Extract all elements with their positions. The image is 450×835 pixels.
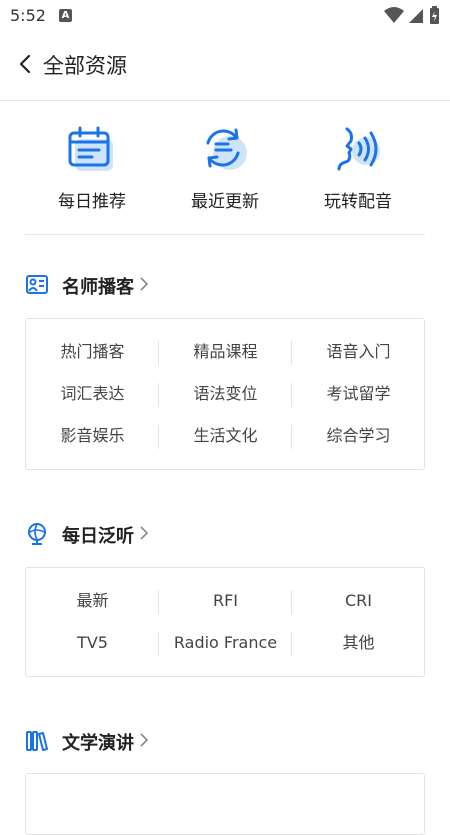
literature-grid — [25, 773, 425, 835]
app-bar: 全部资源 — [0, 40, 450, 90]
chevron-right-icon — [139, 276, 149, 296]
quick-action-daily-recommend[interactable]: 每日推荐 — [25, 125, 159, 212]
notification-a-icon: A — [59, 9, 72, 22]
chevron-left-icon[interactable] — [14, 52, 38, 76]
grid-row: 最新 RFI CRI — [26, 580, 424, 622]
page-title: 全部资源 — [43, 54, 127, 78]
quick-actions-divider — [25, 234, 425, 235]
voice-icon — [337, 127, 380, 171]
cell-signal-icon — [409, 9, 423, 23]
source-radio-france[interactable]: Radio France — [159, 622, 292, 664]
globe-icon — [25, 522, 49, 550]
category-vocabulary[interactable]: 词汇表达 — [26, 373, 159, 415]
category-life-culture[interactable]: 生活文化 — [159, 415, 292, 457]
category-hot-podcasts[interactable]: 热门播客 — [26, 331, 159, 373]
quick-action-recent-updates[interactable]: 最近更新 — [158, 125, 292, 212]
section-title: 名师播客 — [62, 277, 134, 298]
status-icons — [382, 5, 442, 31]
category-premium-courses[interactable]: 精品课程 — [159, 331, 292, 373]
category-grammar[interactable]: 语法变位 — [159, 373, 292, 415]
grid-row: TV5 Radio France 其他 — [26, 622, 424, 664]
source-cri[interactable]: CRI — [292, 580, 425, 622]
status-bar: 5:52 A — [0, 0, 450, 32]
source-latest[interactable]: 最新 — [26, 580, 159, 622]
chevron-right-icon — [139, 732, 149, 752]
battery-icon — [430, 6, 439, 24]
grid-row: 热门播客 精品课程 语音入门 — [26, 331, 424, 373]
quick-action-label: 玩转配音 — [324, 192, 392, 212]
section-header-literature-speeches[interactable]: 文学演讲 — [25, 726, 165, 756]
source-other[interactable]: 其他 — [292, 622, 425, 664]
quick-action-label: 每日推荐 — [58, 192, 126, 212]
quick-action-label: 最近更新 — [191, 192, 259, 212]
daily-listening-grid: 最新 RFI CRI TV5 Radio France 其他 — [25, 567, 425, 677]
status-time: 5:52 — [10, 6, 46, 25]
header-divider — [0, 100, 450, 101]
grid-row: 词汇表达 语法变位 考试留学 — [26, 373, 424, 415]
source-rfi[interactable]: RFI — [159, 580, 292, 622]
section-title: 每日泛听 — [62, 526, 134, 547]
section-header-daily-listening[interactable]: 每日泛听 — [25, 519, 165, 549]
refresh-icon — [206, 128, 247, 170]
chevron-right-icon — [139, 525, 149, 545]
category-exams-study-abroad[interactable]: 考试留学 — [292, 373, 425, 415]
section-header-podcasts[interactable]: 名师播客 — [25, 270, 165, 300]
calendar-icon — [68, 126, 113, 171]
quick-action-dubbing[interactable]: 玩转配音 — [291, 125, 425, 212]
grid-row: 影音娱乐 生活文化 综合学习 — [26, 415, 424, 457]
podcast-category-grid: 热门播客 精品课程 语音入门 词汇表达 语法变位 考试留学 影音娱乐 生活文化 … — [25, 318, 425, 470]
category-general-study[interactable]: 综合学习 — [292, 415, 425, 457]
books-icon — [25, 729, 49, 757]
source-tv5[interactable]: TV5 — [26, 622, 159, 664]
section-title: 文学演讲 — [62, 733, 134, 754]
podcast-icon — [25, 273, 49, 301]
wifi-icon — [384, 7, 404, 23]
category-pronunciation-basics[interactable]: 语音入门 — [292, 331, 425, 373]
category-entertainment[interactable]: 影音娱乐 — [26, 415, 159, 457]
